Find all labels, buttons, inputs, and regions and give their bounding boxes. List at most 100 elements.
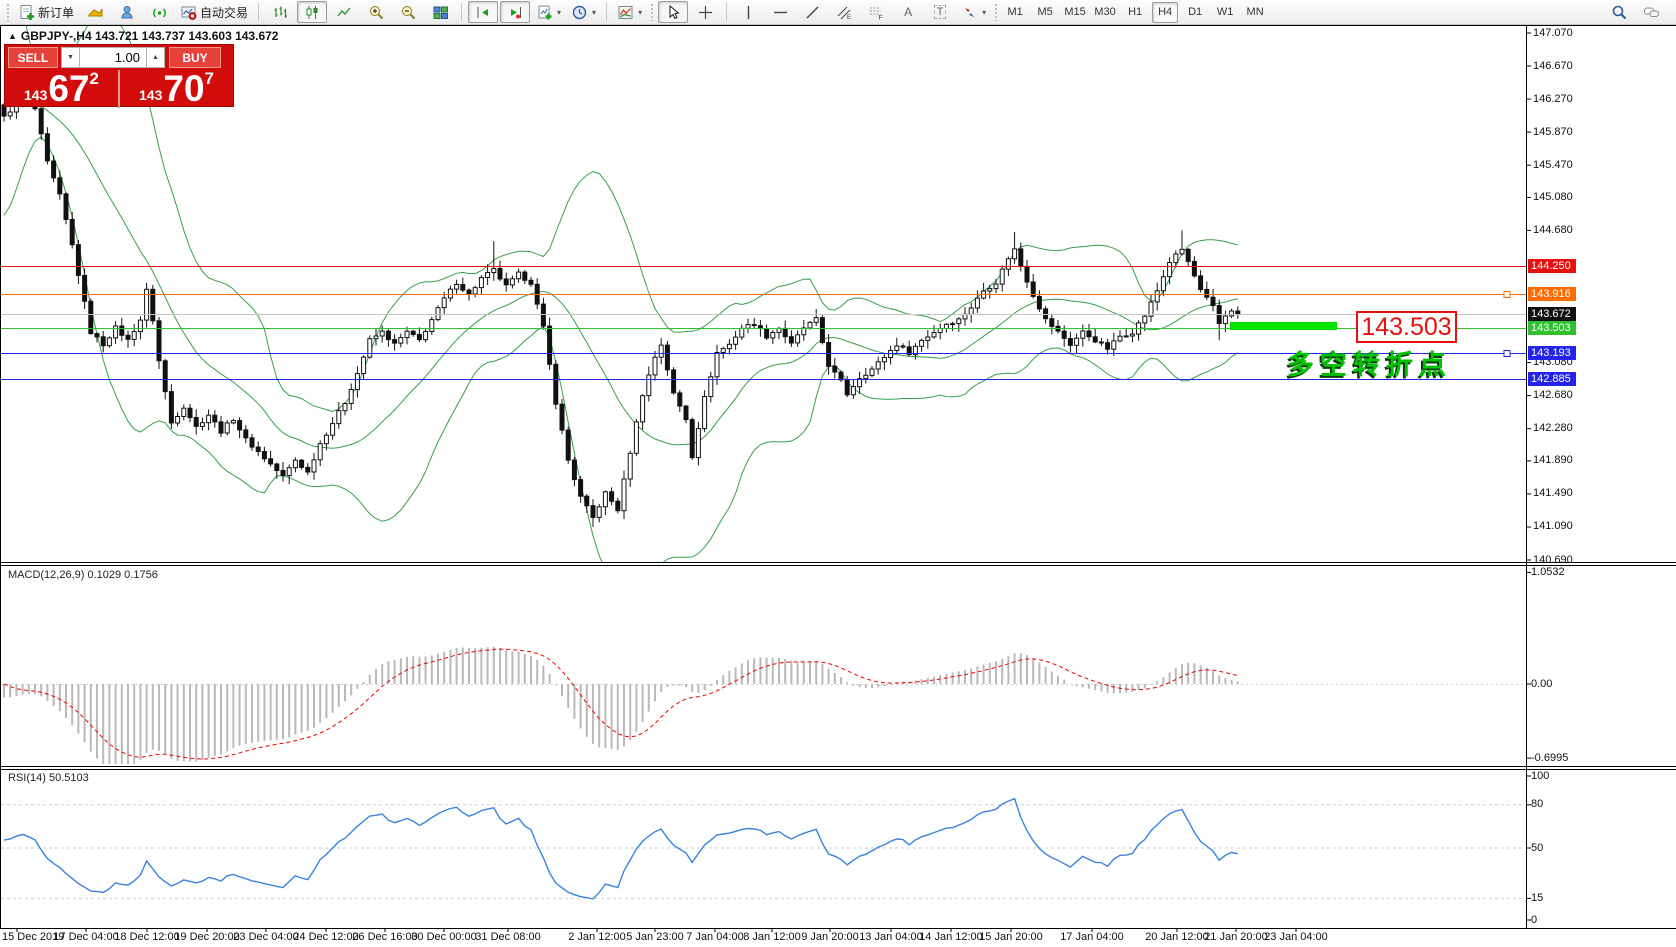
candle-body — [783, 328, 787, 336]
candle-body — [114, 326, 118, 338]
buy-price-sup: 7 — [205, 72, 214, 86]
candle-body — [1211, 297, 1215, 305]
candle-body — [479, 278, 483, 288]
candle-body — [349, 390, 353, 404]
candle-body — [225, 423, 229, 433]
macd-pane[interactable] — [1, 647, 1526, 764]
candle-body — [417, 335, 421, 340]
chart-canvas[interactable] — [0, 0, 1676, 947]
candle-body — [1019, 249, 1023, 267]
candle-body — [399, 338, 403, 344]
candle-body — [8, 112, 12, 116]
symbol-collapse-icon[interactable]: ▲ — [8, 31, 17, 41]
candle-body — [566, 430, 570, 460]
candle-body — [746, 325, 750, 329]
candle-body — [684, 406, 688, 420]
candle-body — [45, 134, 49, 161]
candle-body — [517, 272, 521, 279]
candle-body — [275, 464, 279, 471]
candle-body — [76, 245, 80, 276]
candle-body — [1192, 261, 1196, 276]
candle-body — [194, 418, 198, 427]
candle-body — [1081, 331, 1085, 338]
candle-body — [64, 194, 68, 220]
line-handle[interactable] — [1504, 292, 1510, 298]
candle-body — [337, 411, 341, 424]
candle-body — [107, 338, 111, 346]
candle-body — [455, 285, 459, 290]
candle-body — [355, 374, 359, 390]
buy-price-small: 143 — [139, 85, 162, 105]
candle-body — [436, 308, 440, 320]
candle-body — [696, 429, 700, 458]
candle-body — [802, 328, 806, 335]
candle-body — [672, 370, 676, 393]
candle-body — [331, 424, 335, 436]
candle-body — [789, 337, 793, 343]
candle-body — [1050, 319, 1054, 327]
price-callout-box[interactable]: 143.503 — [1356, 311, 1457, 343]
candle-body — [269, 459, 273, 464]
candle-body — [70, 220, 74, 245]
candle-body — [374, 336, 378, 339]
candle-body — [244, 430, 248, 438]
candle-body — [200, 423, 204, 427]
buy-button[interactable]: BUY — [169, 47, 221, 68]
highlight-segment[interactable] — [1230, 322, 1337, 330]
candle-body — [1013, 249, 1017, 259]
candle-body — [430, 320, 434, 332]
candle-body — [870, 369, 874, 375]
volume-increase-button[interactable]: ▲ — [146, 47, 165, 68]
candle-body — [448, 289, 452, 298]
candle-body — [120, 326, 124, 335]
candle-body — [1044, 309, 1048, 319]
candle-body — [467, 290, 471, 294]
candle-body — [1106, 343, 1110, 350]
candle-body — [864, 375, 868, 378]
candle-body — [157, 321, 161, 361]
candle-body — [659, 345, 663, 357]
candle-body — [734, 337, 738, 344]
order-controls-row: SELL ▼ ▲ BUY — [5, 45, 233, 70]
candle-body — [287, 468, 291, 476]
candle-body — [405, 331, 409, 337]
candle-body — [771, 333, 775, 338]
candle-body — [548, 326, 552, 364]
candle-body — [101, 337, 105, 346]
sell-button[interactable]: SELL — [8, 47, 58, 68]
candle-body — [1236, 311, 1240, 314]
candle-body — [647, 375, 651, 396]
candle-body — [969, 308, 973, 314]
buy-price[interactable]: 143 70 7 — [120, 70, 233, 108]
candle-body — [926, 337, 930, 340]
sell-price[interactable]: 143 67 2 — [5, 70, 118, 108]
candle-body — [1118, 336, 1122, 341]
candle-body — [1062, 331, 1066, 338]
candle-body — [58, 178, 62, 194]
line-handle[interactable] — [1504, 351, 1510, 357]
candle-body — [641, 396, 645, 422]
candle-body — [256, 447, 260, 451]
candle-body — [238, 421, 242, 430]
candle-body — [318, 444, 322, 460]
buy-price-big: 70 — [163, 73, 204, 105]
volume-input[interactable] — [80, 47, 146, 68]
volume-decrease-button[interactable]: ▼ — [61, 47, 80, 68]
candle-body — [585, 496, 589, 506]
candle-body — [591, 506, 595, 518]
candle-body — [994, 284, 998, 289]
mt4-window: 新订单 自动交易 — [0, 0, 1676, 947]
candle-body — [207, 415, 211, 423]
candle-body — [182, 408, 186, 416]
candle-body — [424, 332, 428, 340]
candle-body — [610, 492, 614, 502]
rsi-pane[interactable] — [1, 799, 1526, 899]
candle-body — [1124, 336, 1128, 337]
candle-body — [560, 404, 564, 430]
rsi-line — [4, 799, 1238, 899]
candle-body — [975, 298, 979, 308]
candle-body — [393, 340, 397, 344]
annotation-text[interactable]: 多空转折点 — [1287, 343, 1452, 382]
candle-body — [523, 272, 527, 280]
candle-body — [1155, 291, 1159, 302]
